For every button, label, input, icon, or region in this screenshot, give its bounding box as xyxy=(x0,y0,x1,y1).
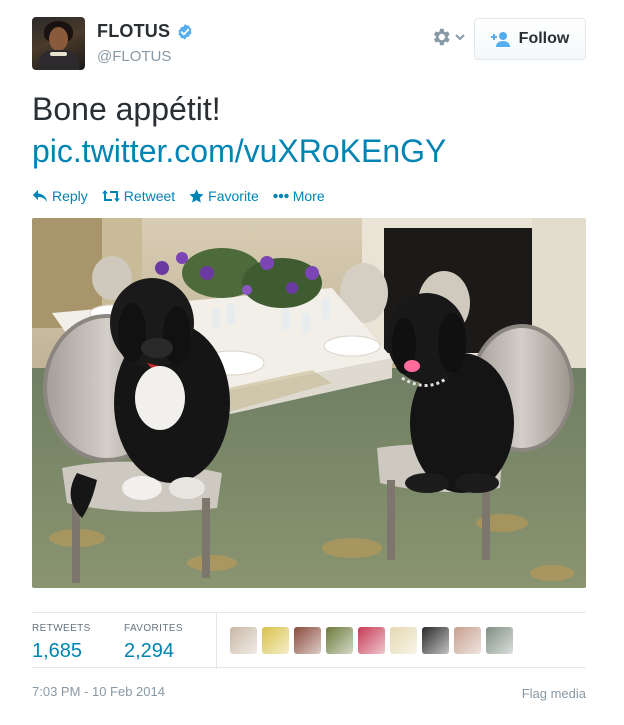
favorites-count: 2,294 xyxy=(124,640,175,662)
reply-icon xyxy=(32,190,47,202)
author-fullname-row[interactable]: FLOTUS xyxy=(97,21,194,42)
flag-media-link[interactable]: Flag media xyxy=(522,686,586,701)
author-name[interactable]: FLOTUS xyxy=(97,21,170,42)
retweet-label: Retweet xyxy=(123,188,176,204)
verified-badge-icon xyxy=(178,23,192,40)
stats-divider xyxy=(216,613,217,669)
favorite-label: Favorite xyxy=(208,188,259,204)
add-user-icon xyxy=(490,32,510,47)
settings-dropdown[interactable] xyxy=(430,26,470,48)
more-action[interactable]: More xyxy=(273,188,325,204)
author-handle[interactable]: @FLOTUS xyxy=(97,48,194,65)
follow-button[interactable]: Follow xyxy=(474,18,586,60)
reply-label: Reply xyxy=(52,188,88,204)
more-label: More xyxy=(292,188,325,204)
avatar-face xyxy=(49,27,68,51)
favoriter-avatar[interactable] xyxy=(454,627,481,654)
favoriter-avatar[interactable] xyxy=(486,627,513,654)
favoriters-avatars xyxy=(230,627,513,654)
favoriter-avatar[interactable] xyxy=(294,627,321,654)
follow-label: Follow xyxy=(518,30,570,47)
retweets-label: RETWEETS xyxy=(32,623,91,634)
favoriter-avatar[interactable] xyxy=(390,627,417,654)
favoriter-avatar[interactable] xyxy=(262,627,289,654)
tweet-stats: RETWEETS 1,685 FAVORITES 2,294 xyxy=(32,612,586,669)
favoriter-avatar[interactable] xyxy=(230,627,257,654)
favoriter-avatar[interactable] xyxy=(422,627,449,654)
chevron-down-icon xyxy=(455,34,465,41)
star-icon xyxy=(189,189,204,203)
retweets-count: 1,685 xyxy=(32,640,83,662)
retweet-icon xyxy=(101,190,120,202)
tweet-header: FLOTUS @FLOTUS Follow xyxy=(32,17,586,77)
author-avatar[interactable] xyxy=(32,17,85,70)
gear-icon xyxy=(433,28,450,46)
author-names: FLOTUS @FLOTUS xyxy=(97,21,194,65)
tweet-photo[interactable] xyxy=(32,218,586,588)
tweet-media-link[interactable]: pic.twitter.com/vuXRoKEnGY xyxy=(32,132,446,170)
favorites-label: FAVORITES xyxy=(124,623,183,634)
favorite-action[interactable]: Favorite xyxy=(189,188,259,204)
favoriter-avatar[interactable] xyxy=(326,627,353,654)
favoriter-avatar[interactable] xyxy=(358,627,385,654)
more-dots-icon xyxy=(273,193,289,199)
favorites-stat[interactable]: FAVORITES 2,294 xyxy=(124,623,183,663)
tweet-actions: Reply Retweet Favorite More xyxy=(32,188,325,204)
dogs-photo-image xyxy=(32,218,586,588)
retweet-action[interactable]: Retweet xyxy=(101,188,176,204)
retweets-stat[interactable]: RETWEETS 1,685 xyxy=(32,623,91,663)
avatar-pearls xyxy=(50,52,67,56)
tweet-text: Bone appétit! xyxy=(32,91,221,127)
tweet-timestamp[interactable]: 7:03 PM - 10 Feb 2014 xyxy=(32,684,165,699)
reply-action[interactable]: Reply xyxy=(32,188,88,204)
